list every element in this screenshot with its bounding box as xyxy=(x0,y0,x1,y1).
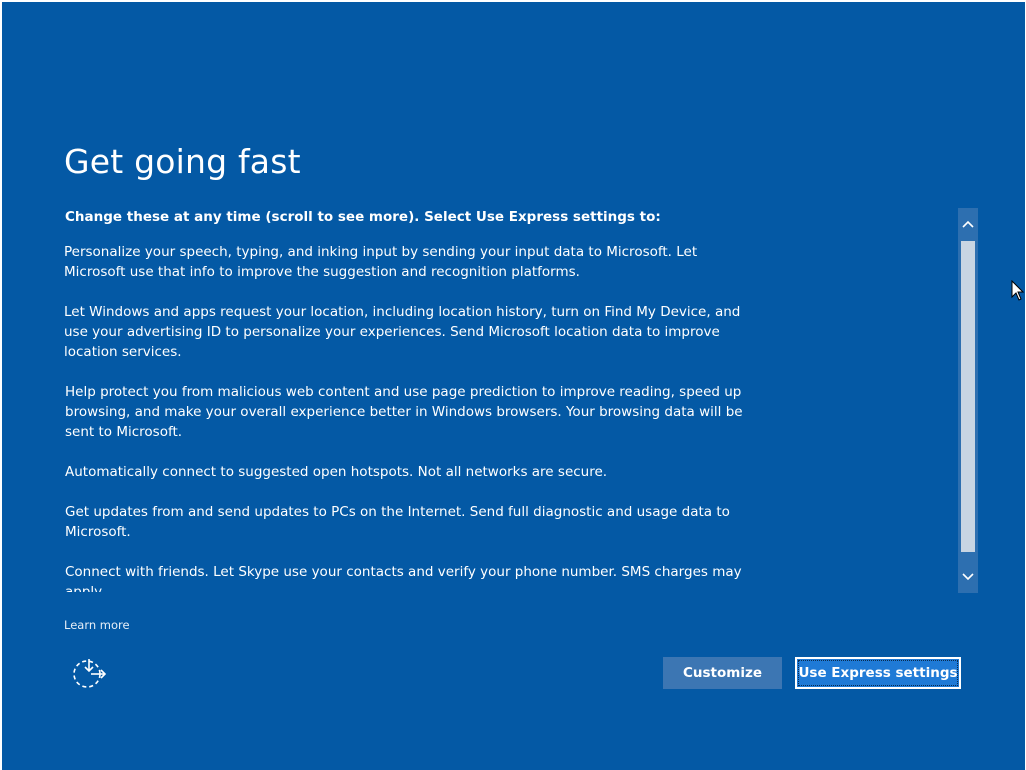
setup-window: Get going fast Change these at any time … xyxy=(2,2,1025,770)
chevron-down-icon xyxy=(962,573,974,581)
ease-of-access-icon[interactable] xyxy=(72,657,108,691)
intro-text: Change these at any time (scroll to see … xyxy=(65,209,661,225)
screen: Get going fast Change these at any time … xyxy=(0,0,1026,770)
focus-rectangle xyxy=(798,660,958,686)
setting-paragraph-browsing: Help protect you from malicious web cont… xyxy=(65,384,743,440)
settings-scroll-area[interactable]: Personalize your speech, typing, and ink… xyxy=(64,242,754,592)
customize-button[interactable]: Customize xyxy=(663,657,782,689)
setting-paragraph-hotspots: Automatically connect to suggested open … xyxy=(65,464,608,480)
learn-more-link[interactable]: Learn more xyxy=(64,618,130,632)
vertical-scrollbar[interactable] xyxy=(958,208,978,593)
page-title: Get going fast xyxy=(64,142,301,181)
setting-paragraph-updates: Get updates from and send updates to PCs… xyxy=(65,504,730,540)
scrollbar-thumb[interactable] xyxy=(961,241,975,552)
scroll-up-button[interactable] xyxy=(958,208,978,240)
chevron-up-icon xyxy=(962,220,974,228)
setting-paragraph-location: Let Windows and apps request your locati… xyxy=(64,304,741,360)
setting-paragraph-skype: Connect with friends. Let Skype use your… xyxy=(65,564,742,592)
use-express-settings-button[interactable]: Use Express settings xyxy=(795,657,961,689)
setting-paragraph-input: Personalize your speech, typing, and ink… xyxy=(64,244,698,280)
scroll-down-button[interactable] xyxy=(958,561,978,593)
mouse-pointer-icon xyxy=(1011,280,1025,301)
